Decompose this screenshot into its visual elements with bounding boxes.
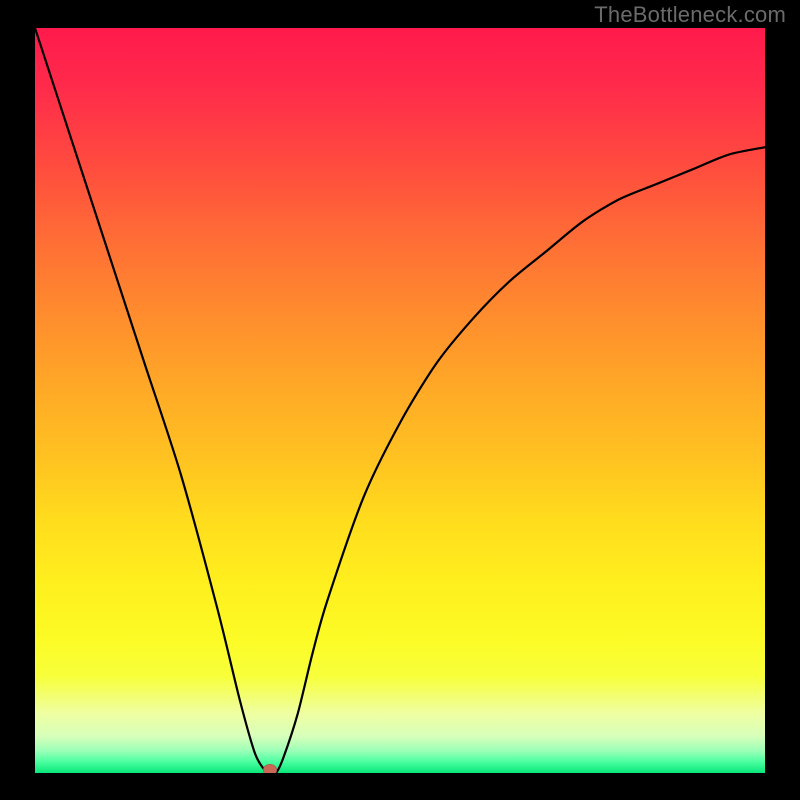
chart-frame: TheBottleneck.com bbox=[0, 0, 800, 800]
plot-area bbox=[35, 28, 765, 773]
curve-svg bbox=[35, 28, 765, 773]
bottleneck-curve-path bbox=[35, 28, 765, 773]
optimum-marker bbox=[263, 764, 277, 773]
watermark-text: TheBottleneck.com bbox=[594, 2, 786, 28]
